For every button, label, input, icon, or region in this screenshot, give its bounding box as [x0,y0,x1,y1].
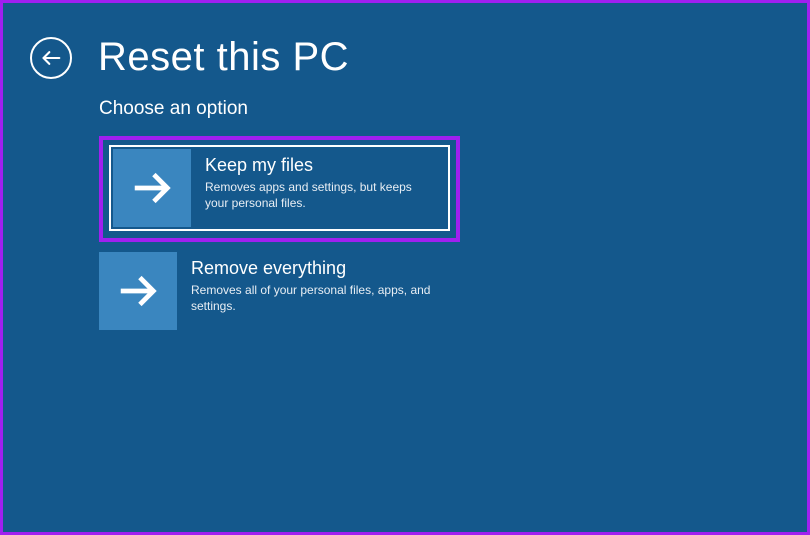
option-arrow-icon [113,149,191,227]
option-arrow-icon [99,252,177,330]
option-description: Removes apps and settings, but keeps you… [205,179,434,211]
option-remove-everything[interactable]: Remove everything Removes all of your pe… [99,252,460,330]
subtitle: Choose an option [99,98,807,120]
option-title: Remove everything [191,258,448,279]
page-header: Reset this PC [3,3,807,80]
option-text: Keep my files Removes apps and settings,… [191,149,446,211]
back-button[interactable] [30,37,72,79]
content-area: Choose an option Keep my files Removes a… [3,80,807,330]
option-text: Remove everything Removes all of your pe… [177,252,460,314]
option-keep-files[interactable]: Keep my files Removes apps and settings,… [111,147,448,229]
page-title: Reset this PC [98,35,349,80]
option-keep-files-wrapper: Keep my files Removes apps and settings,… [99,136,460,242]
option-title: Keep my files [205,155,434,176]
back-arrow-icon [41,48,61,68]
option-remove-everything-wrapper: Remove everything Removes all of your pe… [99,252,460,330]
option-description: Removes all of your personal files, apps… [191,282,448,314]
